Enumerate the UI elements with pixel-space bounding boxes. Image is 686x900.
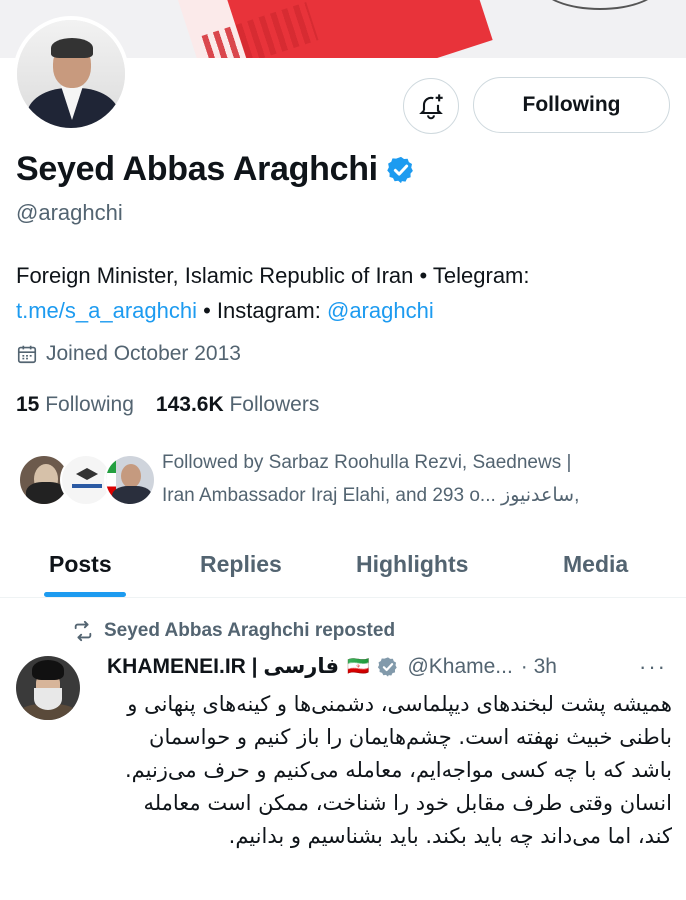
profile-stats: 15 Following 143.6K Followers	[16, 393, 319, 417]
following-label: Following	[45, 393, 134, 416]
bell-plus-icon	[419, 94, 443, 120]
verified-gray-badge-icon[interactable]	[377, 656, 399, 678]
bio-text: Foreign Minister, Islamic Republic of Ir…	[16, 263, 530, 288]
followers-label: Followers	[229, 393, 320, 416]
following-count-link[interactable]: 15 Following	[16, 393, 134, 417]
repost-icon	[74, 620, 92, 642]
repost-indicator[interactable]: Seyed Abbas Araghchi reposted	[72, 620, 395, 642]
profile-tabs: Posts Replies Highlights Media	[0, 530, 686, 598]
following-count: 15	[16, 393, 40, 416]
profile-bio: Foreign Minister, Islamic Republic of Ir…	[16, 258, 676, 328]
post-author-handle[interactable]: @Khame...	[407, 655, 512, 679]
followed-by-avatars[interactable]	[18, 454, 156, 510]
tab-highlights[interactable]: Highlights	[356, 530, 468, 598]
profile-handle: @araghchi	[16, 200, 123, 225]
verified-badge-icon[interactable]	[386, 155, 416, 185]
flag-iran-icon: 🇮🇷	[347, 656, 370, 676]
joined-text: Joined October 2013	[46, 342, 241, 365]
banner-logo	[540, 0, 660, 10]
follower-avatar	[104, 454, 156, 506]
instagram-link[interactable]: @araghchi	[327, 298, 434, 323]
notifications-button[interactable]	[403, 78, 459, 134]
followed-by-text[interactable]: Followed by Sarbaz Roohulla Rezvi, Saedn…	[162, 446, 662, 512]
tab-replies[interactable]: Replies	[200, 530, 282, 598]
calendar-icon	[17, 345, 37, 364]
profile-avatar[interactable]	[13, 16, 129, 132]
profile-name: Seyed Abbas Araghchi	[16, 150, 378, 188]
telegram-link[interactable]: t.me/s_a_araghchi	[16, 298, 197, 323]
post-author-avatar[interactable]	[16, 656, 80, 720]
post-time[interactable]: · 3h	[521, 655, 557, 679]
repost-label: Seyed Abbas Araghchi reposted	[104, 620, 396, 641]
more-options-icon[interactable]: ···	[639, 654, 667, 680]
active-tab-indicator	[44, 592, 126, 597]
bio-instagram-label: • Instagram:	[197, 298, 327, 323]
followed-by-line: Followed by Sarbaz Roohulla Rezvi, Saedn…	[162, 452, 572, 473]
followers-count: 143.6K	[155, 393, 224, 416]
tab-media[interactable]: Media	[563, 530, 628, 598]
post-author-name[interactable]: KHAMENEI.IR | فارسی	[107, 654, 339, 679]
followed-by-line: Iran Ambassador Iraj Elahi, and 293 o...…	[162, 485, 580, 506]
post-body[interactable]: همیشه پشت لبخندهای دیپلماسی، دشمنی‌ها و …	[107, 688, 672, 853]
profile-name-row: Seyed Abbas Araghchi	[16, 150, 416, 189]
tab-posts[interactable]: Posts	[49, 530, 112, 598]
following-button[interactable]: Following	[473, 77, 670, 133]
post-header: KHAMENEI.IR | فارسی 🇮🇷 @Khame... · 3h ··…	[107, 654, 667, 679]
joined-date: Joined October 2013	[16, 342, 241, 366]
followers-count-link[interactable]: 143.6K Followers	[156, 393, 319, 417]
